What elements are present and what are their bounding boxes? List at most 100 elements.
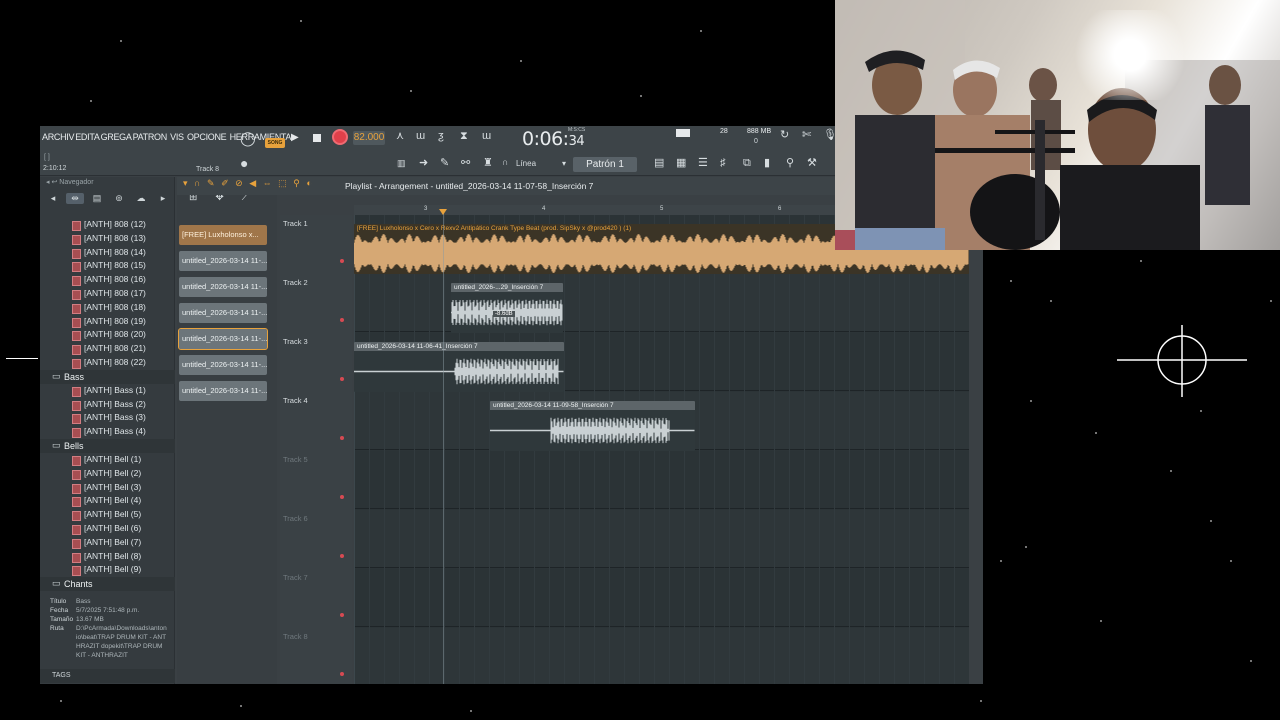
menu-agrega[interactable]: GREGA <box>101 132 132 142</box>
pattern-clip-source[interactable]: untitled_2026-03-14 11-... <box>179 381 267 401</box>
browser-file-item[interactable]: [ANTH] Bell (1) <box>40 453 175 467</box>
pl-slip-icon[interactable]: ⇔ <box>263 178 274 188</box>
browser-file-item[interactable]: [ANTH] Bass (3) <box>40 411 175 425</box>
track-mute-dot[interactable] <box>340 436 344 440</box>
track-lane[interactable] <box>354 510 969 568</box>
browser-file-item[interactable]: [ANTH] 808 (18) <box>40 301 175 315</box>
browser-file-item[interactable]: [ANTH] 808 (19) <box>40 315 175 329</box>
clip-title[interactable]: untitled_2026-03-14 11-06-41_Inserción 7 <box>354 342 564 351</box>
all-files-icon[interactable]: ⇹ <box>66 192 84 204</box>
piano-roll-icon[interactable]: ♯ <box>720 158 726 169</box>
track-mute-dot[interactable] <box>340 554 344 558</box>
track-label[interactable]: Track 7 <box>283 573 308 582</box>
track-label[interactable]: Track 2 <box>283 278 308 287</box>
track-mute-dot[interactable] <box>340 495 344 499</box>
pattern-clip-source[interactable]: untitled_2026-03-14 11-... <box>178 328 268 350</box>
browser-file-item[interactable]: [ANTH] 808 (17) <box>40 287 175 301</box>
mixer-icon[interactable]: ☰ <box>698 158 708 169</box>
browser-file-item[interactable]: [ANTH] Bass (4) <box>40 425 175 439</box>
browser-file-item[interactable]: [ANTH] 808 (16) <box>40 273 175 287</box>
browser-file-item[interactable]: [ANTH] Bass (2) <box>40 398 175 412</box>
playhead-marker[interactable] <box>439 209 447 215</box>
track-mute-dot[interactable] <box>340 672 344 676</box>
audio-clip[interactable]: untitled_2026-03-14 11-09-58_Inserción 7 <box>490 401 695 451</box>
browser-file-item[interactable]: [ANTH] 808 (12) <box>40 218 175 232</box>
loop-record-icon[interactable]: ɯ <box>482 131 491 142</box>
recent-icon[interactable]: ⊚ <box>110 193 128 204</box>
pattern-clip-source[interactable]: untitled_2026-03-14 11-... <box>179 277 267 297</box>
master-pitch-knob-icon[interactable]: ● <box>240 156 248 170</box>
undo-icon[interactable]: ↻ <box>780 130 789 141</box>
browser-file-item[interactable]: [ANTH] 808 (22) <box>40 356 175 370</box>
browser-file-item[interactable]: [ANTH] Bell (8) <box>40 550 175 564</box>
track-label[interactable]: Track 6 <box>283 514 308 523</box>
piano-icon[interactable]: ▥ <box>397 159 406 168</box>
stop-button[interactable] <box>313 134 321 142</box>
browser-folder[interactable]: Bells <box>40 438 175 453</box>
track-lane[interactable] <box>354 274 969 332</box>
channel-rack-icon[interactable]: ▦ <box>676 158 686 169</box>
pl-brush-icon[interactable]: ✐ <box>221 178 231 188</box>
metronome-icon[interactable]: ⋏ <box>396 131 404 142</box>
magnet-icon[interactable]: ∩ <box>502 158 508 167</box>
snap-dropdown-icon[interactable]: ▾ <box>562 160 566 168</box>
pl-mute-icon[interactable]: ◀ <box>249 178 258 188</box>
clip-title[interactable]: untitled_2026-...29_Inserción 7 <box>451 283 563 292</box>
playlist-icon[interactable]: ▤ <box>654 158 664 169</box>
pattern-clip-source[interactable]: [FREE] Luxholonso x... <box>179 225 267 245</box>
pl-zoom-icon[interactable]: ⚲ <box>293 178 302 188</box>
playhead[interactable] <box>443 212 444 684</box>
plugin-icon[interactable]: ▮ <box>764 158 770 169</box>
scissors-icon[interactable]: ✄ <box>802 130 811 141</box>
audio-clip[interactable]: untitled_2026-...29_Inserción 7 -8.6dB <box>451 283 563 333</box>
browser-file-item[interactable]: [ANTH] Bell (2) <box>40 467 175 481</box>
collapse-icon[interactable]: ◂ <box>44 193 62 204</box>
pl-pencil-icon[interactable]: ✎ <box>207 178 217 188</box>
browser-file-item[interactable]: [ANTH] 808 (21) <box>40 342 175 356</box>
pl-magnet-icon[interactable]: ∩ <box>194 178 202 188</box>
menu-patron[interactable]: PATRON <box>133 132 168 142</box>
menu-opciones[interactable]: OPCIONE <box>187 132 227 142</box>
wait-input-icon[interactable]: ɯ <box>416 131 425 142</box>
countdown-icon[interactable]: ƺ <box>438 131 444 142</box>
pattern-clip-source[interactable]: untitled_2026-03-14 11-... <box>179 251 267 271</box>
master-volume-knob-icon[interactable]: ◯ <box>240 131 256 145</box>
menu-vis[interactable]: VIS <box>170 132 184 142</box>
track-label[interactable]: Track 3 <box>283 337 308 346</box>
audio-clip[interactable]: untitled_2026-03-14 11-06-41_Inserción 7 <box>354 342 564 392</box>
tags-bar[interactable]: TAGS <box>40 669 175 683</box>
pattern-clip-source[interactable]: untitled_2026-03-14 11-... <box>179 303 267 323</box>
pl-play-icon[interactable]: ◐ <box>306 178 313 188</box>
browser-file-item[interactable]: [ANTH] Bell (7) <box>40 536 175 550</box>
browser-back-icon[interactable]: ◂ ↩ <box>46 179 59 186</box>
browser-file-item[interactable]: [ANTH] Bell (4) <box>40 494 175 508</box>
pl-menu-icon[interactable]: ▾ <box>183 178 190 188</box>
step-edit-icon[interactable]: ⧗ <box>460 131 468 142</box>
track-lane[interactable] <box>354 569 969 627</box>
arrangement-grid[interactable]: [FREE] Luxholonso x Cero x Rexv2 Antipát… <box>354 215 969 684</box>
folder-icon[interactable]: ▤ <box>88 193 106 204</box>
track-mute-dot[interactable] <box>340 259 344 263</box>
browser-file-item[interactable]: [ANTH] Bell (9) <box>40 563 175 577</box>
pl-delete-icon[interactable]: ⊘ <box>235 178 245 188</box>
clip-title[interactable]: untitled_2026-03-14 11-09-58_Inserción 7 <box>490 401 695 410</box>
browser-file-item[interactable]: [ANTH] Bass (1) <box>40 384 175 398</box>
browser-file-item[interactable]: [ANTH] 808 (15) <box>40 259 175 273</box>
pl-select-icon[interactable]: ⬚ <box>278 178 289 188</box>
track-label[interactable]: Track 1 <box>283 219 308 228</box>
track-lane[interactable] <box>354 451 969 509</box>
track-label[interactable]: Track 4 <box>283 396 308 405</box>
stamp-icon[interactable]: ♜ <box>483 158 493 169</box>
song-mode-toggle[interactable]: SONG <box>265 138 285 148</box>
plug-icon[interactable]: ⚲ <box>786 158 794 169</box>
browser-file-item[interactable]: [ANTH] 808 (14) <box>40 246 175 260</box>
track-lane[interactable] <box>354 628 969 684</box>
arrow-right-icon[interactable]: ➜ <box>419 158 428 169</box>
tools-icon[interactable]: ⚒ <box>807 158 817 169</box>
pencil-icon[interactable]: ✎ <box>440 158 449 169</box>
track-mute-dot[interactable] <box>340 318 344 322</box>
browser-file-item[interactable]: [ANTH] 808 (20) <box>40 328 175 342</box>
menu-archivo[interactable]: ARCHIV <box>42 132 75 142</box>
browser-icon[interactable]: ⧉ <box>743 158 751 169</box>
cloud-icon[interactable]: ☁ <box>132 193 150 204</box>
